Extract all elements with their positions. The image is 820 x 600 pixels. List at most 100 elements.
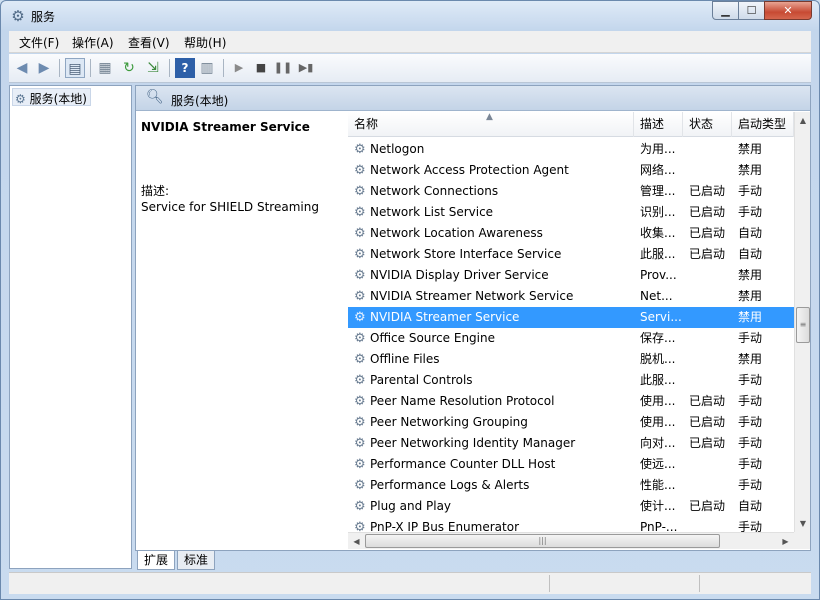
service-desc: 此服...: [640, 247, 676, 261]
scroll-left-arrow-icon[interactable]: ◀: [348, 533, 365, 550]
window-title: 服务: [31, 10, 56, 24]
minimize-button[interactable]: ▁: [712, 1, 739, 20]
service-startup-type: 自动: [738, 247, 763, 261]
view-icon[interactable]: ▥: [197, 58, 217, 78]
service-row[interactable]: ⚙ Network Access Protection Agent 网络... 禁用: [348, 160, 794, 181]
service-gear-icon: ⚙: [354, 436, 366, 451]
status-separator: [699, 575, 700, 592]
service-status: 已启动: [689, 394, 726, 408]
back-icon[interactable]: ◀: [12, 58, 32, 78]
service-name: Performance Counter DLL Host: [370, 457, 556, 471]
menu-help[interactable]: 帮助(H): [184, 34, 226, 51]
column-startup-type[interactable]: 启动类型: [732, 112, 794, 137]
service-row[interactable]: ⚙ Peer Networking Grouping 使用... 已启动 手动: [348, 412, 794, 433]
tab-standard[interactable]: 标准: [177, 551, 216, 570]
title-bar[interactable]: ⚙ 服务 ▁ ☐ ✕: [1, 1, 819, 31]
maximize-button[interactable]: ☐: [738, 1, 765, 20]
service-desc: 为用...: [640, 142, 676, 156]
service-gear-icon: ⚙: [354, 373, 366, 388]
service-name: Netlogon: [370, 142, 425, 156]
service-name: NVIDIA Streamer Service: [370, 310, 520, 324]
tree-item-services-local[interactable]: ⚙ 服务(本地): [12, 88, 91, 106]
service-description: Service for SHIELD Streaming: [141, 200, 319, 214]
service-startup-type: 手动: [738, 436, 763, 450]
service-row[interactable]: ⚙ Network Connections 管理... 已启动 手动: [348, 181, 794, 202]
horizontal-scrollbar[interactable]: ◀ ||| ▶: [348, 532, 794, 549]
menu-file[interactable]: 文件(F): [19, 34, 59, 51]
close-button[interactable]: ✕: [764, 1, 812, 20]
service-row[interactable]: ⚙ Network Location Awareness 收集... 已启动 自动: [348, 223, 794, 244]
service-name: Network Store Interface Service: [370, 247, 562, 261]
column-description[interactable]: 描述: [634, 112, 683, 137]
service-gear-icon: ⚙: [354, 415, 366, 430]
service-rows: ⚙ Netlogon 为用... 禁用 ⚙ Network Access Protecti…: [348, 139, 794, 538]
toolbar: ◀ ▶ ▤ ▦ ↻ ⇲ ? ▥ ▶ ■ ❚❚ ▶▮: [9, 54, 811, 83]
menu-action[interactable]: 操作(A): [72, 34, 114, 51]
restart-icon[interactable]: ▶▮: [296, 58, 316, 78]
results-pane: 🔍︎ 服务(本地) NVIDIA Streamer Service 描述: Se…: [135, 85, 811, 551]
service-name: Peer Networking Identity Manager: [370, 436, 576, 450]
status-bar: [9, 572, 811, 594]
service-name: NVIDIA Display Driver Service: [370, 268, 549, 282]
service-row[interactable]: ⚙ Netlogon 为用... 禁用: [348, 139, 794, 160]
start-icon[interactable]: ▶: [229, 58, 249, 78]
tab-extended[interactable]: 扩展: [137, 551, 176, 570]
scroll-down-arrow-icon[interactable]: ▼: [795, 515, 811, 532]
column-status[interactable]: 状态: [683, 112, 732, 137]
service-startup-type: 禁用: [738, 163, 763, 177]
refresh-icon[interactable]: ↻: [119, 58, 139, 78]
service-desc: 使用...: [640, 394, 676, 408]
service-row[interactable]: ⚙ NVIDIA Display Driver Service Prov... 禁用: [348, 265, 794, 286]
service-status: 已启动: [689, 205, 726, 219]
service-desc: 保存...: [640, 331, 676, 345]
service-row[interactable]: ⚙ Network List Service 识别... 已启动 手动: [348, 202, 794, 223]
service-startup-type: 自动: [738, 226, 763, 240]
service-row[interactable]: ⚙ NVIDIA Streamer Service Servi... 禁用: [348, 307, 794, 328]
service-row[interactable]: ⚙ Plug and Play 使计... 已启动 自动: [348, 496, 794, 517]
service-row[interactable]: ⚙ NVIDIA Streamer Network Service Net... 禁用: [348, 286, 794, 307]
horizontal-scroll-thumb[interactable]: |||: [365, 534, 720, 548]
service-name: Network List Service: [370, 205, 494, 219]
menu-view[interactable]: 查看(V): [128, 34, 170, 51]
service-startup-type: 禁用: [738, 142, 763, 156]
service-row[interactable]: ⚙ Network Store Interface Service 此服... 已启动…: [348, 244, 794, 265]
service-gear-icon: ⚙: [354, 457, 366, 472]
service-desc: 使计...: [640, 499, 676, 513]
service-startup-type: 自动: [738, 499, 763, 513]
service-row[interactable]: ⚙ Performance Logs & Alerts 性能... 手动: [348, 475, 794, 496]
scroll-up-arrow-icon[interactable]: ▲: [795, 112, 811, 129]
service-desc: Net...: [640, 289, 673, 303]
service-startup-type: 手动: [738, 373, 763, 387]
service-row[interactable]: ⚙ Peer Networking Identity Manager 向对... 已启…: [348, 433, 794, 454]
scroll-right-arrow-icon[interactable]: ▶: [777, 533, 794, 550]
service-name: Plug and Play: [370, 499, 452, 513]
service-desc: 脱机...: [640, 352, 676, 366]
vertical-scrollbar[interactable]: ▲ ≡ ▼: [794, 112, 810, 532]
service-gear-icon: ⚙: [354, 226, 366, 241]
services-list: 名称 ▲ 描述 状态 启动类型 ⚙ Netlogon 为用... 禁用 ⚙ Network…: [348, 112, 810, 550]
console-tree: ⚙ 服务(本地): [9, 85, 132, 569]
services-gear-icon: ⚙: [15, 92, 26, 106]
service-startup-type: 手动: [738, 331, 763, 345]
vertical-scroll-thumb[interactable]: ≡: [796, 307, 810, 343]
service-row[interactable]: ⚙ Parental Controls 此服... 手动: [348, 370, 794, 391]
service-row[interactable]: ⚙ Performance Counter DLL Host 使远... 手动: [348, 454, 794, 475]
service-status: 已启动: [689, 184, 726, 198]
console-tree-icon[interactable]: ▤: [65, 58, 85, 78]
service-desc: 管理...: [640, 184, 676, 198]
service-startup-type: 禁用: [738, 289, 763, 303]
help-icon[interactable]: ?: [175, 58, 195, 78]
properties-icon[interactable]: ▦: [95, 58, 115, 78]
service-desc: 识别...: [640, 205, 676, 219]
service-startup-type: 手动: [738, 478, 763, 492]
export-icon[interactable]: ⇲: [143, 58, 163, 78]
pause-icon[interactable]: ❚❚: [273, 58, 293, 78]
stop-icon[interactable]: ■: [251, 58, 271, 78]
forward-icon[interactable]: ▶: [34, 58, 54, 78]
service-row[interactable]: ⚙ Office Source Engine 保存... 手动: [348, 328, 794, 349]
service-gear-icon: ⚙: [354, 289, 366, 304]
service-row[interactable]: ⚙ Offline Files 脱机... 禁用: [348, 349, 794, 370]
menu-bar: 文件(F) 操作(A) 查看(V) 帮助(H): [9, 31, 811, 53]
service-row[interactable]: ⚙ Peer Name Resolution Protocol 使用... 已启动 手动: [348, 391, 794, 412]
service-name: Parental Controls: [370, 373, 473, 387]
